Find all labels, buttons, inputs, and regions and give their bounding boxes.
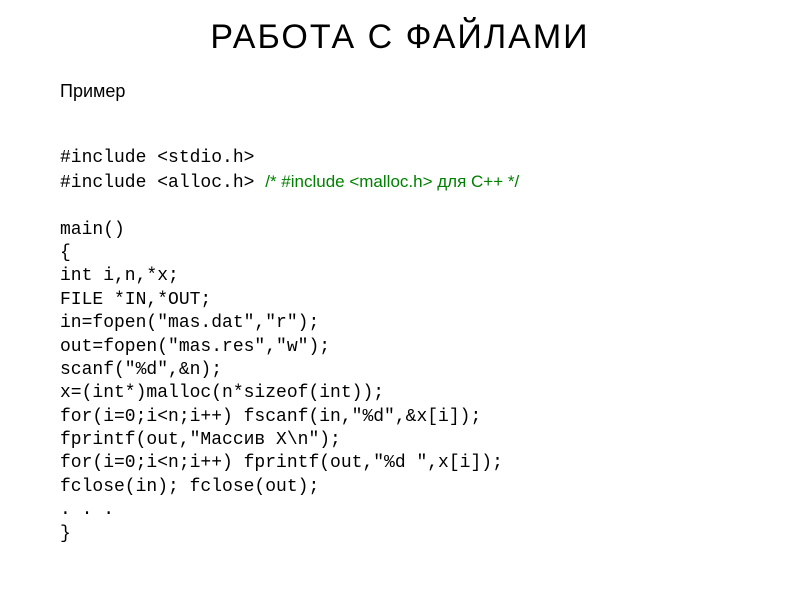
- code-line: in=fopen("mas.dat","r");: [60, 313, 319, 333]
- code-line: x=(int*)malloc(n*sizeof(int));: [60, 383, 384, 403]
- code-line: for(i=0;i<n;i++) fprintf(out,"%d ",x[i])…: [60, 453, 503, 473]
- code-line: #include <alloc.h>: [60, 173, 265, 193]
- code-line: fclose(in); fclose(out);: [60, 477, 319, 497]
- slide: РАБОТА С ФАЙЛАМИ Пример #include <stdio.…: [0, 0, 800, 600]
- example-label: Пример: [60, 81, 740, 102]
- code-line: main(): [60, 220, 125, 240]
- code-line: }: [60, 524, 71, 544]
- code-block: #include <stdio.h> #include <alloc.h> /*…: [60, 124, 740, 546]
- code-line: {: [60, 243, 71, 263]
- code-line: for(i=0;i<n;i++) fscanf(in,"%d",&x[i]);: [60, 407, 481, 427]
- code-line: . . .: [60, 500, 114, 520]
- code-line: int i,n,*x;: [60, 266, 179, 286]
- code-line: scanf("%d",&n);: [60, 360, 222, 380]
- code-line: fprintf(out,"Массив X\n");: [60, 430, 341, 450]
- code-line: #include <stdio.h>: [60, 148, 254, 168]
- code-line: FILE *in,*out;: [60, 290, 211, 310]
- code-line: out=fopen("mas.res","w");: [60, 337, 330, 357]
- slide-title: РАБОТА С ФАЙЛАМИ: [60, 18, 740, 57]
- code-comment: /* #include <malloc.h> для С++ */: [265, 172, 519, 191]
